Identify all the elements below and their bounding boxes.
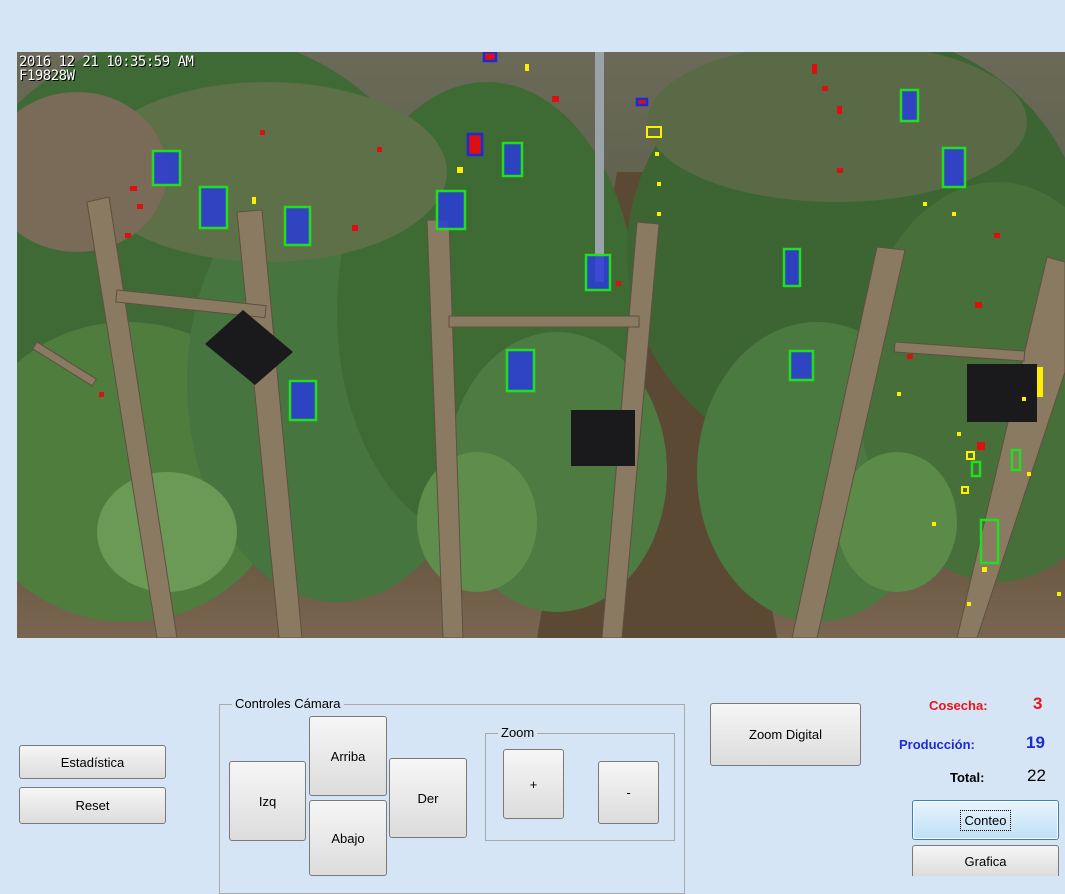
zoom-digital-button[interactable]: Zoom Digital: [710, 703, 861, 766]
zoom-group-title: Zoom: [498, 725, 538, 741]
pan-right-button[interactable]: Der: [389, 758, 467, 838]
greenhouse-scene: [17, 52, 1065, 638]
statistics-button-label: Estadística: [60, 754, 125, 770]
reset-button[interactable]: Reset: [19, 787, 166, 824]
foliage: [17, 52, 1065, 622]
total-value: 22: [1027, 766, 1046, 785]
zoom-digital-label: Zoom Digital: [749, 727, 822, 742]
zoom-out-label: -: [626, 785, 631, 800]
tilt-up-label: Arriba: [330, 748, 366, 764]
tilt-down-label: Abajo: [331, 830, 365, 846]
harvest-value: 3: [1033, 694, 1043, 713]
chart-button-label: Grafica: [964, 853, 1007, 869]
camera-id: F19828W: [19, 68, 75, 84]
tilt-up-button[interactable]: Arriba: [309, 716, 387, 796]
zoom-out-button[interactable]: -: [598, 761, 659, 824]
count-button-label: Conteo: [959, 809, 1012, 831]
camera-controls-title: Controles Cámara: [232, 696, 344, 712]
harvest-label: Cosecha:: [929, 698, 988, 713]
tilt-down-button[interactable]: Abajo: [309, 800, 387, 876]
total-label: Total:: [950, 770, 985, 785]
production-label: Producción:: [899, 737, 975, 752]
zoom-in-label: +: [529, 776, 538, 792]
camera-timestamp: 2016 12 21 10:35:59 AM: [19, 54, 194, 70]
count-button[interactable]: Conteo: [912, 800, 1059, 840]
camera-feed: 2016 12 21 10:35:59 AM F19828W: [17, 52, 1065, 638]
pan-right-label: Der: [417, 790, 439, 806]
production-value: 19: [1026, 733, 1045, 752]
pan-left-button[interactable]: Izq: [229, 761, 306, 841]
statistics-button[interactable]: Estadística: [19, 745, 166, 779]
reset-button-label: Reset: [75, 798, 110, 813]
camera-osd: 2016 12 21 10:35:59 AM F19828W: [19, 54, 194, 84]
pan-left-label: Izq: [258, 793, 277, 809]
chart-button[interactable]: Grafica: [912, 845, 1059, 876]
zoom-in-button[interactable]: +: [503, 749, 564, 819]
